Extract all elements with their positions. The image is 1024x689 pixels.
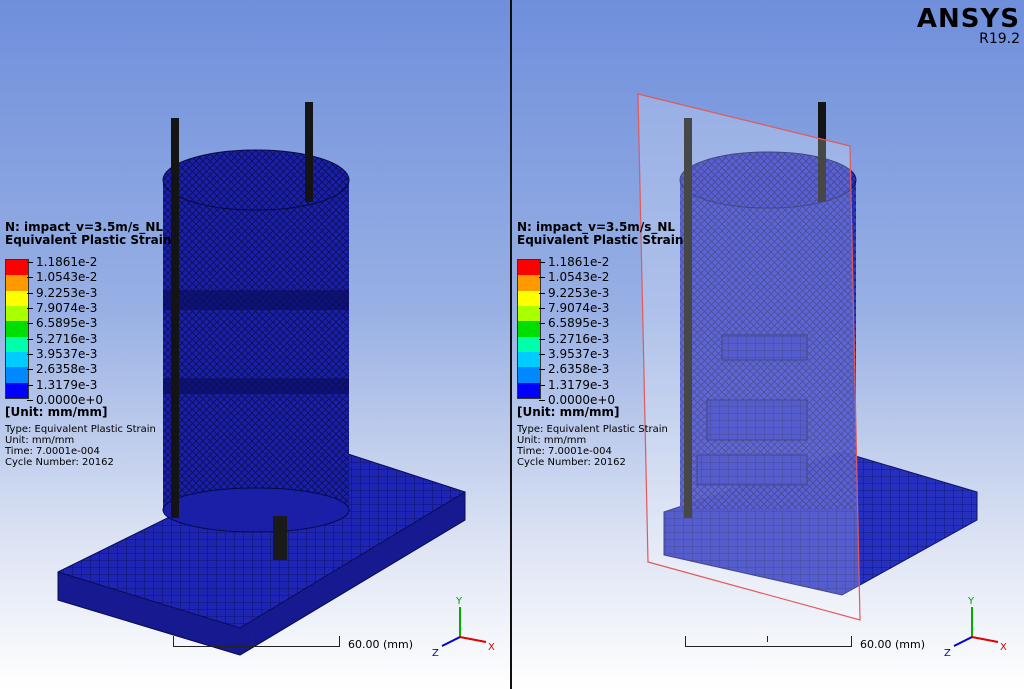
triad-x: X [488,642,495,653]
legend-info: Type: Equivalent Plastic Strain Unit: mm… [517,424,668,468]
legend-swatch [6,336,28,352]
legend-level: 1.1861e-2 [27,255,103,270]
legend-type: Type: Equivalent Plastic Strain [5,424,156,435]
ansys-version: R19.2 [979,31,1020,47]
legend-swatch [6,351,28,368]
triad-y: Y [455,596,463,607]
axis-triad[interactable]: Y X Z [428,592,498,662]
legend-subtitle: Equivalent Plastic Strain [5,233,172,247]
triad-z: Z [944,648,951,659]
triad-x: X [1000,642,1007,653]
ansys-brand: ANSYS R19.2 [917,6,1020,46]
legend-swatch [6,305,28,322]
legend-level: 2.6358e-3 [27,362,103,377]
legend-level: 1.0543e-2 [539,270,615,285]
legend-cycle: Cycle Number: 20162 [517,457,626,468]
legend-level: 6.5895e-3 [27,316,103,331]
ansys-logo: ANSYS [916,4,1020,34]
legend-swatch [518,367,540,383]
legend-level: 7.9074e-3 [27,301,103,316]
legend-level: 6.5895e-3 [539,316,615,331]
triad-y: Y [967,596,975,607]
viewport-left[interactable]: N: impact_v=3.5m/s_NL Equivalent Plastic… [0,0,511,689]
legend-level: 3.9537e-3 [539,347,615,362]
legend-time: Time: 7.0001e-004 [5,446,100,457]
axis-triad[interactable]: Y X Z [940,592,1010,662]
legend-swatch [518,336,540,352]
legend-swatch [6,367,28,383]
legend-swatch [6,260,28,276]
legend-level: 2.6358e-3 [539,362,615,377]
legend-swatch [518,290,540,306]
scale-label: 60.00 (mm) [348,638,414,651]
legend-swatch [518,260,540,276]
triad-z: Z [432,648,439,659]
legend-swatch [518,275,540,291]
legend-type: Type: Equivalent Plastic Strain [517,424,668,435]
legend-level: 3.9537e-3 [27,347,103,362]
legend-color-bar[interactable] [5,259,29,399]
legend-unit: [Unit: mm/mm] [5,405,108,419]
legend-level: 9.2253e-3 [539,286,615,301]
viewport-right[interactable]: N: impact_v=3.5m/s_NL Equivalent Plastic… [512,0,1024,689]
legend-swatch [518,305,540,322]
legend-swatch [518,351,540,368]
legend-level: 5.2716e-3 [27,332,103,347]
legend-swatch [6,290,28,306]
legend-cycle: Cycle Number: 20162 [5,457,114,468]
legend-subtitle: Equivalent Plastic Strain [517,233,684,247]
legend-swatch [6,321,28,337]
scale-label: 60.00 (mm) [860,638,926,651]
legend-swatch [518,321,540,337]
legend-info: Type: Equivalent Plastic Strain Unit: mm… [5,424,156,468]
legend-level: 1.0543e-2 [27,270,103,285]
legend-unit-line: Unit: mm/mm [517,435,587,446]
legend-swatch [6,382,28,398]
legend-level: 1.1861e-2 [539,255,615,270]
legend-time: Time: 7.0001e-004 [517,446,612,457]
result-legend-right: N: impact_v=3.5m/s_NL Equivalent Plastic… [517,221,684,468]
legend-swatch [518,382,540,398]
legend-level: 1.3179e-3 [539,378,615,393]
legend-color-bar[interactable] [517,259,541,399]
legend-unit: [Unit: mm/mm] [517,405,620,419]
legend-unit-line: Unit: mm/mm [5,435,75,446]
result-legend: N: impact_v=3.5m/s_NL Equivalent Plastic… [5,221,172,468]
legend-level: 9.2253e-3 [27,286,103,301]
legend-level: 7.9074e-3 [539,301,615,316]
legend-level: 1.3179e-3 [27,378,103,393]
legend-swatch [6,275,28,291]
legend-level: 5.2716e-3 [539,332,615,347]
